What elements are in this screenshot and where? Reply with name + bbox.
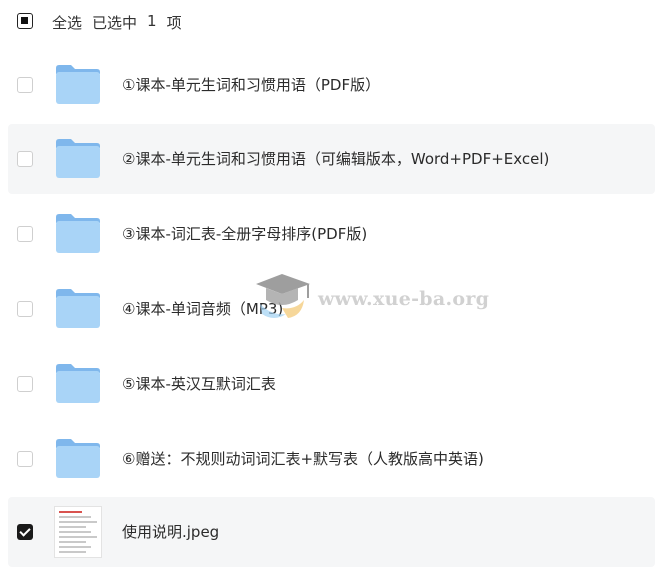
file-row[interactable]: ②课本-单元生词和习惯用语（可编辑版本，Word+PDF+Excel) <box>8 124 655 194</box>
file-row[interactable]: ⑤课本-英汉互默词汇表 <box>8 349 655 419</box>
folder-icon <box>56 364 100 403</box>
row-checkbox[interactable] <box>17 301 33 317</box>
file-name[interactable]: ①课本-单元生词和习惯用语（PDF版） <box>122 74 380 95</box>
file-name[interactable]: ⑤课本-英汉互默词汇表 <box>122 373 276 394</box>
selected-count: 1 <box>147 12 157 30</box>
folder-icon <box>56 214 100 253</box>
watermark-text: www.xue-ba.org <box>318 288 490 310</box>
row-checkbox[interactable] <box>17 376 33 392</box>
file-name[interactable]: ③课本-词汇表-全册字母排序(PDF版) <box>122 223 367 244</box>
selection-header: 全选 已选中 1 项 <box>0 0 655 44</box>
file-row[interactable]: ⑥赠送：不规则动词词汇表+默写表（人教版高中英语) <box>8 424 655 494</box>
row-checkbox[interactable] <box>17 77 33 93</box>
selected-prefix: 已选中 <box>92 14 138 32</box>
select-all-checkbox[interactable] <box>17 13 33 29</box>
graduation-cap-icon <box>256 274 310 318</box>
selection-summary: 全选 已选中 1 项 <box>52 12 182 33</box>
folder-icon <box>56 139 100 178</box>
file-row[interactable]: ①课本-单元生词和习惯用语（PDF版） <box>8 50 655 120</box>
watermark: www.xue-ba.org <box>252 270 489 330</box>
file-row[interactable]: ③课本-词汇表-全册字母排序(PDF版) <box>8 199 655 269</box>
image-thumbnail-icon <box>54 506 102 558</box>
selected-suffix: 项 <box>166 14 182 32</box>
file-name[interactable]: ②课本-单元生词和习惯用语（可编辑版本，Word+PDF+Excel) <box>122 148 549 169</box>
row-checkbox[interactable] <box>17 451 33 467</box>
file-name[interactable]: ⑥赠送：不规则动词词汇表+默写表（人教版高中英语) <box>122 448 484 469</box>
folder-icon <box>56 439 100 478</box>
folder-icon <box>56 289 100 328</box>
row-checkbox-checked[interactable] <box>17 524 33 540</box>
row-checkbox[interactable] <box>17 226 33 242</box>
folder-icon <box>56 65 100 104</box>
row-checkbox[interactable] <box>17 151 33 167</box>
select-all-label[interactable]: 全选 <box>52 12 82 33</box>
file-row-selected[interactable]: 使用说明.jpeg <box>8 497 655 567</box>
file-name[interactable]: 使用说明.jpeg <box>122 521 219 542</box>
